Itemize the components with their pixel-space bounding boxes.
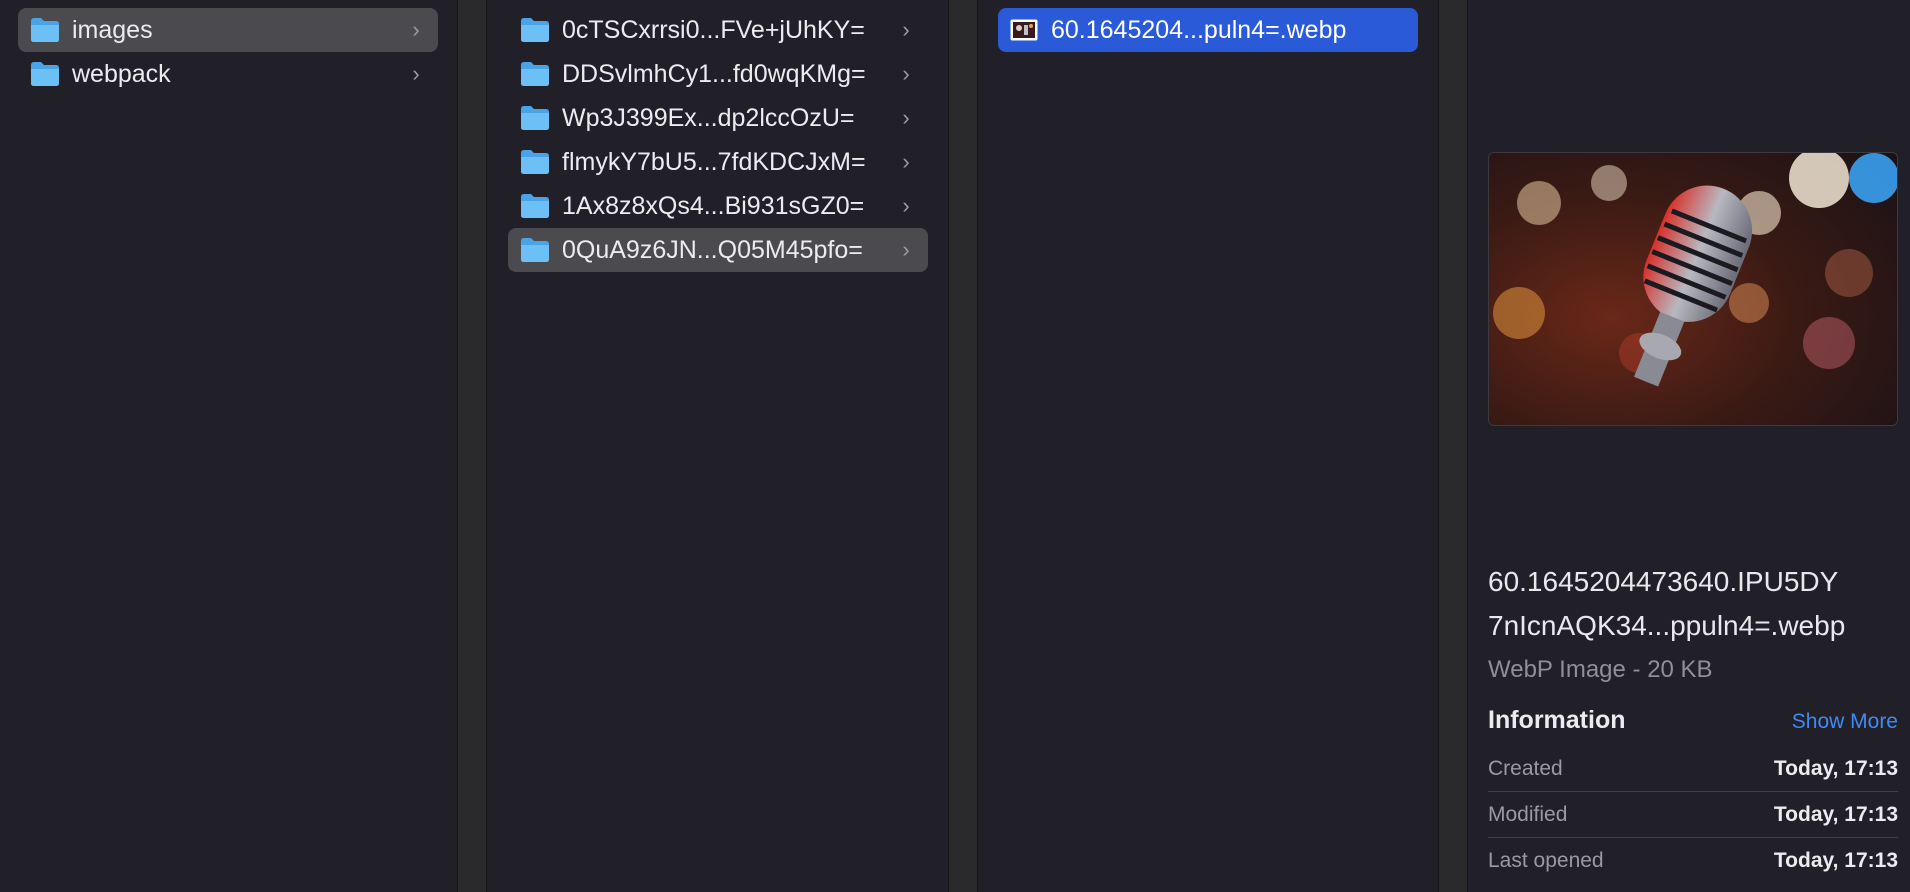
folder-row-webpack[interactable]: webpack ›: [18, 52, 438, 96]
folder-icon: [520, 105, 550, 131]
meta-key: Modified: [1488, 802, 1568, 826]
preview-filename-line2: 7nIcnAQK34...ppuln4=.webp: [1488, 610, 1846, 641]
preview-filename-line1: 60.1645204473640.IPU5DY: [1488, 566, 1839, 597]
chevron-right-icon: ›: [902, 105, 910, 130]
folder-row[interactable]: Wp3J399Ex...dp2lccOzU= ›: [508, 96, 928, 140]
chevron-right-icon: ›: [902, 149, 910, 174]
folder-row[interactable]: 0cTSCxrrsi0...FVe+jUhKY= ›: [508, 8, 928, 52]
file-label: 60.1645204...puln4=.webp: [1051, 15, 1347, 44]
chevron-right-icon: ›: [902, 237, 910, 262]
image-file-icon: [1010, 19, 1038, 41]
chevron-right-icon: ›: [902, 17, 910, 42]
folder-label: flmykY7bU5...7fdKDCJxM=: [562, 147, 866, 176]
folder-icon: [30, 17, 60, 43]
image-preview: [1488, 152, 1898, 426]
meta-row-modified: Modified Today, 17:13: [1488, 792, 1898, 838]
folder-row[interactable]: 1Ax8z8xQs4...Bi931sGZ0= ›: [508, 184, 928, 228]
folder-label: 1Ax8z8xQs4...Bi931sGZ0=: [562, 191, 865, 220]
meta-key: Created: [1488, 756, 1563, 780]
show-more-link[interactable]: Show More: [1792, 710, 1898, 734]
column-1: [0, 0, 457, 892]
folder-label: webpack: [72, 59, 171, 88]
information-heading: Information: [1488, 706, 1626, 734]
folder-label: images: [72, 15, 153, 44]
meta-row-created: Created Today, 17:13: [1488, 746, 1898, 792]
folder-label: Wp3J399Ex...dp2lccOzU=: [562, 103, 855, 132]
file-row-selected[interactable]: 60.1645204...puln4=.webp: [998, 8, 1418, 52]
folder-icon: [520, 17, 550, 43]
folder-row-selected[interactable]: 0QuA9z6JN...Q05M45pfo= ›: [508, 228, 928, 272]
column-3: [978, 0, 1438, 892]
meta-key: Last opened: [1488, 849, 1604, 872]
folder-icon: [520, 237, 550, 263]
folder-icon: [520, 61, 550, 87]
column-divider-1[interactable]: [457, 0, 487, 892]
preview-filename: 60.1645204473640.IPU5DY 7nIcnAQK34...ppu…: [1488, 560, 1898, 648]
chevron-right-icon: ›: [412, 17, 420, 42]
folder-row-images[interactable]: images ›: [18, 8, 438, 52]
chevron-right-icon: ›: [902, 61, 910, 86]
column-divider-3[interactable]: [1438, 0, 1468, 892]
chevron-right-icon: ›: [902, 193, 910, 218]
meta-value: Today, 17:13: [1773, 849, 1898, 872]
folder-label: 0cTSCxrrsi0...FVe+jUhKY=: [562, 15, 865, 44]
meta-row-last-opened: Last opened Today, 17:13: [1488, 838, 1898, 884]
folder-icon: [520, 193, 550, 219]
folder-row[interactable]: flmykY7bU5...7fdKDCJxM= ›: [508, 140, 928, 184]
column-divider-2[interactable]: [948, 0, 978, 892]
chevron-right-icon: ›: [412, 61, 420, 86]
folder-label: DDSvlmhCy1...fd0wqKMg=: [562, 59, 866, 88]
folder-label: 0QuA9z6JN...Q05M45pfo=: [562, 235, 863, 264]
folder-icon: [30, 61, 60, 87]
meta-value: Today, 17:13: [1773, 802, 1898, 826]
preview-filetype: WebP Image - 20 KB: [1488, 656, 1713, 683]
meta-value: Today, 17:13: [1773, 756, 1898, 780]
folder-icon: [520, 149, 550, 175]
folder-row[interactable]: DDSvlmhCy1...fd0wqKMg= ›: [508, 52, 928, 96]
